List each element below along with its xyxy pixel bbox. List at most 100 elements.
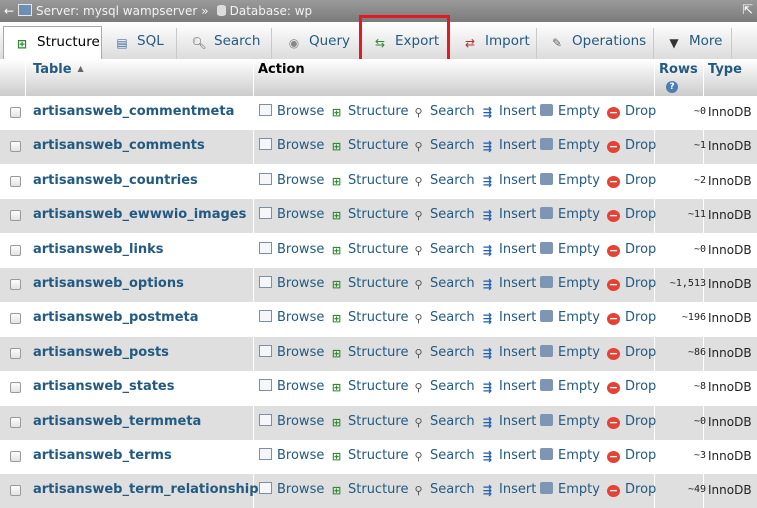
action-search-link[interactable]: ⚲ Search [412,130,474,162]
action-empty-link[interactable]: Empty [540,234,600,266]
row-checkbox[interactable] [10,382,21,394]
row-checkbox[interactable] [10,279,21,290]
table-name-link[interactable]: artisansweb_term_relationships [33,474,266,506]
action-insert-link[interactable]: ⇶ Insert [481,165,536,197]
row-checkbox[interactable] [10,210,21,222]
collapse-icon[interactable]: ⇱ [742,0,753,22]
row-checkbox[interactable] [10,485,21,497]
row-checkbox[interactable] [10,107,21,118]
tab-export[interactable]: ⇆ Export [362,28,450,59]
action-browse-link[interactable]: Browse [259,130,324,162]
action-empty-link[interactable]: Empty [540,268,600,300]
row-checkbox[interactable] [10,416,21,428]
action-empty-link[interactable]: Empty [540,130,600,162]
action-empty-link[interactable]: Empty [540,199,600,231]
header-table[interactable]: Table ▲ [33,62,84,99]
action-insert-link[interactable]: ⇶ Insert [481,199,536,231]
tab-sql[interactable]: ▤ SQL [104,28,177,59]
action-insert-link[interactable]: ⇶ Insert [481,268,536,300]
action-search-link[interactable]: ⚲ Search [412,337,474,369]
action-drop-link[interactable]: − Drop [607,337,656,369]
action-search-link[interactable]: ⚲ Search [412,302,474,334]
action-drop-link[interactable]: − Drop [607,96,656,128]
action-drop-link[interactable]: − Drop [607,130,656,162]
tab-query[interactable]: ◉ Query [276,28,360,59]
table-name-link[interactable]: artisansweb_postmeta [33,302,199,334]
table-name-link[interactable]: artisansweb_posts [33,337,169,369]
action-structure-link[interactable]: ⊞ Structure [330,96,409,128]
tab-structure[interactable]: ⊞ Structure [3,26,102,60]
action-search-link[interactable]: ⚲ Search [412,268,474,300]
row-checkbox[interactable] [10,141,21,153]
action-drop-link[interactable]: − Drop [607,268,656,300]
breadcrumb-server[interactable]: Server: mysql wampserver [36,4,197,18]
action-search-link[interactable]: ⚲ Search [412,371,474,403]
row-checkbox[interactable] [10,244,21,256]
action-insert-link[interactable]: ⇶ Insert [481,371,536,403]
action-search-link[interactable]: ⚲ Search [412,165,474,197]
row-checkbox[interactable] [10,175,21,187]
action-drop-link[interactable]: − Drop [607,199,656,231]
action-search-link[interactable]: ⚲ Search [412,474,474,506]
action-search-link[interactable]: ⚲ Search [412,234,474,266]
table-name-link[interactable]: artisansweb_commentmeta [33,96,234,128]
action-browse-link[interactable]: Browse [259,337,324,369]
row-checkbox[interactable] [10,451,21,462]
action-browse-link[interactable]: Browse [259,199,324,231]
action-empty-link[interactable]: Empty [540,337,600,369]
action-structure-link[interactable]: ⊞ Structure [330,337,409,369]
action-structure-link[interactable]: ⊞ Structure [330,234,409,266]
action-empty-link[interactable]: Empty [540,440,600,472]
action-drop-link[interactable]: − Drop [607,165,656,197]
action-insert-link[interactable]: ⇶ Insert [481,302,536,334]
action-search-link[interactable]: ⚲ Search [412,406,474,438]
action-search-link[interactable]: ⚲ Search [412,96,474,128]
row-checkbox[interactable] [10,313,21,325]
table-name-link[interactable]: artisansweb_states [33,371,174,403]
action-empty-link[interactable]: Empty [540,165,600,197]
table-name-link[interactable]: artisansweb_countries [33,165,198,197]
action-drop-link[interactable]: − Drop [607,234,656,266]
action-insert-link[interactable]: ⇶ Insert [481,440,536,472]
action-browse-link[interactable]: Browse [259,474,324,506]
action-insert-link[interactable]: ⇶ Insert [481,96,536,128]
action-structure-link[interactable]: ⊞ Structure [330,302,409,334]
action-empty-link[interactable]: Empty [540,406,600,438]
table-name-link[interactable]: artisansweb_termmeta [33,406,201,438]
table-name-link[interactable]: artisansweb_ewwwio_images [33,199,246,231]
action-empty-link[interactable]: Empty [540,302,600,334]
action-browse-link[interactable]: Browse [259,268,324,300]
action-empty-link[interactable]: Empty [540,96,600,128]
action-drop-link[interactable]: − Drop [607,406,656,438]
action-browse-link[interactable]: Browse [259,96,324,128]
action-search-link[interactable]: ⚲ Search [412,199,474,231]
action-insert-link[interactable]: ⇶ Insert [481,337,536,369]
action-empty-link[interactable]: Empty [540,474,600,506]
action-browse-link[interactable]: Browse [259,234,324,266]
action-structure-link[interactable]: ⊞ Structure [330,440,409,472]
action-insert-link[interactable]: ⇶ Insert [481,234,536,266]
action-drop-link[interactable]: − Drop [607,371,656,403]
action-search-link[interactable]: ⚲ Search [412,440,474,472]
action-structure-link[interactable]: ⊞ Structure [330,371,409,403]
table-name-link[interactable]: artisansweb_terms [33,440,172,472]
back-arrow-icon[interactable]: ← [0,0,18,22]
tab-search[interactable]: 🔍︎ Search [181,28,272,59]
action-drop-link[interactable]: − Drop [607,440,656,472]
action-browse-link[interactable]: Browse [259,302,324,334]
tab-more[interactable]: ▼ More [656,28,732,59]
row-checkbox[interactable] [10,347,21,359]
action-drop-link[interactable]: − Drop [607,474,656,506]
tab-operations[interactable]: ✎ Operations [539,28,654,59]
action-structure-link[interactable]: ⊞ Structure [330,165,409,197]
tab-import[interactable]: ⇄ Import [452,28,537,59]
action-browse-link[interactable]: Browse [259,165,324,197]
action-empty-link[interactable]: Empty [540,371,600,403]
action-browse-link[interactable]: Browse [259,371,324,403]
action-structure-link[interactable]: ⊞ Structure [330,268,409,300]
header-type[interactable]: Type [708,62,742,99]
action-insert-link[interactable]: ⇶ Insert [481,406,536,438]
table-name-link[interactable]: artisansweb_options [33,268,184,300]
action-browse-link[interactable]: Browse [259,440,324,472]
action-structure-link[interactable]: ⊞ Structure [330,406,409,438]
